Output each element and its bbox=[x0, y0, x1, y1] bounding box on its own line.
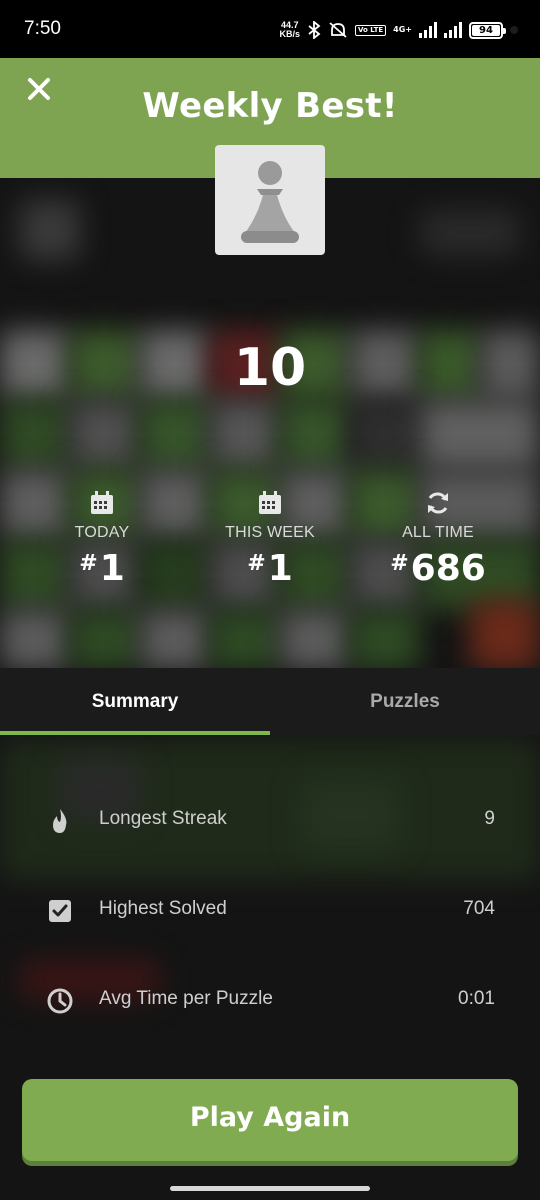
stat-value: 0:01 bbox=[458, 988, 495, 1009]
calendar-icon bbox=[259, 491, 281, 514]
network-speed: 44.7 KB/s bbox=[280, 21, 301, 39]
refresh-icon bbox=[428, 492, 448, 514]
rank-number: 1 bbox=[267, 548, 293, 589]
stat-row-avg-time: Avg Time per Puzzle 0:01 bbox=[0, 975, 540, 1025]
puzzle-piece-card bbox=[215, 145, 325, 255]
pawn-icon bbox=[241, 161, 299, 243]
stat-label: Avg Time per Puzzle bbox=[99, 988, 273, 1009]
ranking-value: #686 bbox=[348, 548, 528, 589]
signal-icon-2 bbox=[444, 22, 462, 38]
rank-hash: # bbox=[390, 551, 409, 576]
play-again-button[interactable]: Play Again bbox=[22, 1079, 518, 1161]
rank-hash: # bbox=[79, 551, 98, 576]
calendar-icon bbox=[91, 491, 113, 514]
ranking-label: TODAY bbox=[74, 524, 130, 541]
flame-icon bbox=[53, 809, 67, 833]
home-indicator[interactable] bbox=[170, 1186, 370, 1191]
ranking-this-week: THIS WEEK #1 bbox=[180, 490, 360, 589]
page-title: Weekly Best! bbox=[142, 86, 398, 126]
status-bar: 7:50 44.7 KB/s Vo LTE 4G+ 94 bbox=[0, 0, 540, 58]
checkbox-icon bbox=[49, 900, 71, 922]
volte-badge: Vo LTE bbox=[355, 24, 387, 36]
stat-label: Longest Streak bbox=[99, 808, 227, 829]
tab-summary[interactable]: Summary bbox=[0, 668, 270, 735]
clock-icon bbox=[47, 988, 73, 1014]
battery-icon: 94 bbox=[469, 21, 506, 39]
puzzle-score: 10 bbox=[233, 338, 307, 398]
ranking-all-time: ALL TIME #686 bbox=[348, 490, 528, 589]
camera-cutout bbox=[510, 26, 518, 34]
stat-label: Highest Solved bbox=[99, 898, 227, 919]
battery-level: 94 bbox=[472, 24, 500, 36]
stat-row-highest-solved: Highest Solved 704 bbox=[0, 885, 540, 935]
rank-hash: # bbox=[247, 551, 266, 576]
rank-number: 1 bbox=[99, 548, 125, 589]
ranking-label: ALL TIME bbox=[402, 524, 474, 541]
ranking-today: TODAY #1 bbox=[12, 490, 192, 589]
stat-value: 704 bbox=[463, 898, 495, 919]
ranking-label: THIS WEEK bbox=[225, 524, 315, 541]
network-type-label: 4G+ bbox=[393, 25, 412, 34]
tab-puzzles[interactable]: Puzzles bbox=[270, 668, 540, 735]
tab-bar: Summary Puzzles bbox=[0, 668, 540, 735]
ranking-value: #1 bbox=[180, 548, 360, 589]
stat-row-longest-streak: Longest Streak 9 bbox=[0, 795, 540, 845]
bluetooth-icon bbox=[308, 21, 321, 39]
status-time: 7:50 bbox=[24, 18, 61, 39]
rank-number: 686 bbox=[410, 548, 486, 589]
ranking-value: #1 bbox=[12, 548, 192, 589]
stat-value: 9 bbox=[484, 808, 495, 829]
signal-icon bbox=[419, 22, 437, 38]
status-icons: 44.7 KB/s Vo LTE 4G+ 94 bbox=[280, 18, 518, 42]
network-speed-unit: KB/s bbox=[279, 29, 301, 39]
mute-icon bbox=[329, 22, 347, 38]
